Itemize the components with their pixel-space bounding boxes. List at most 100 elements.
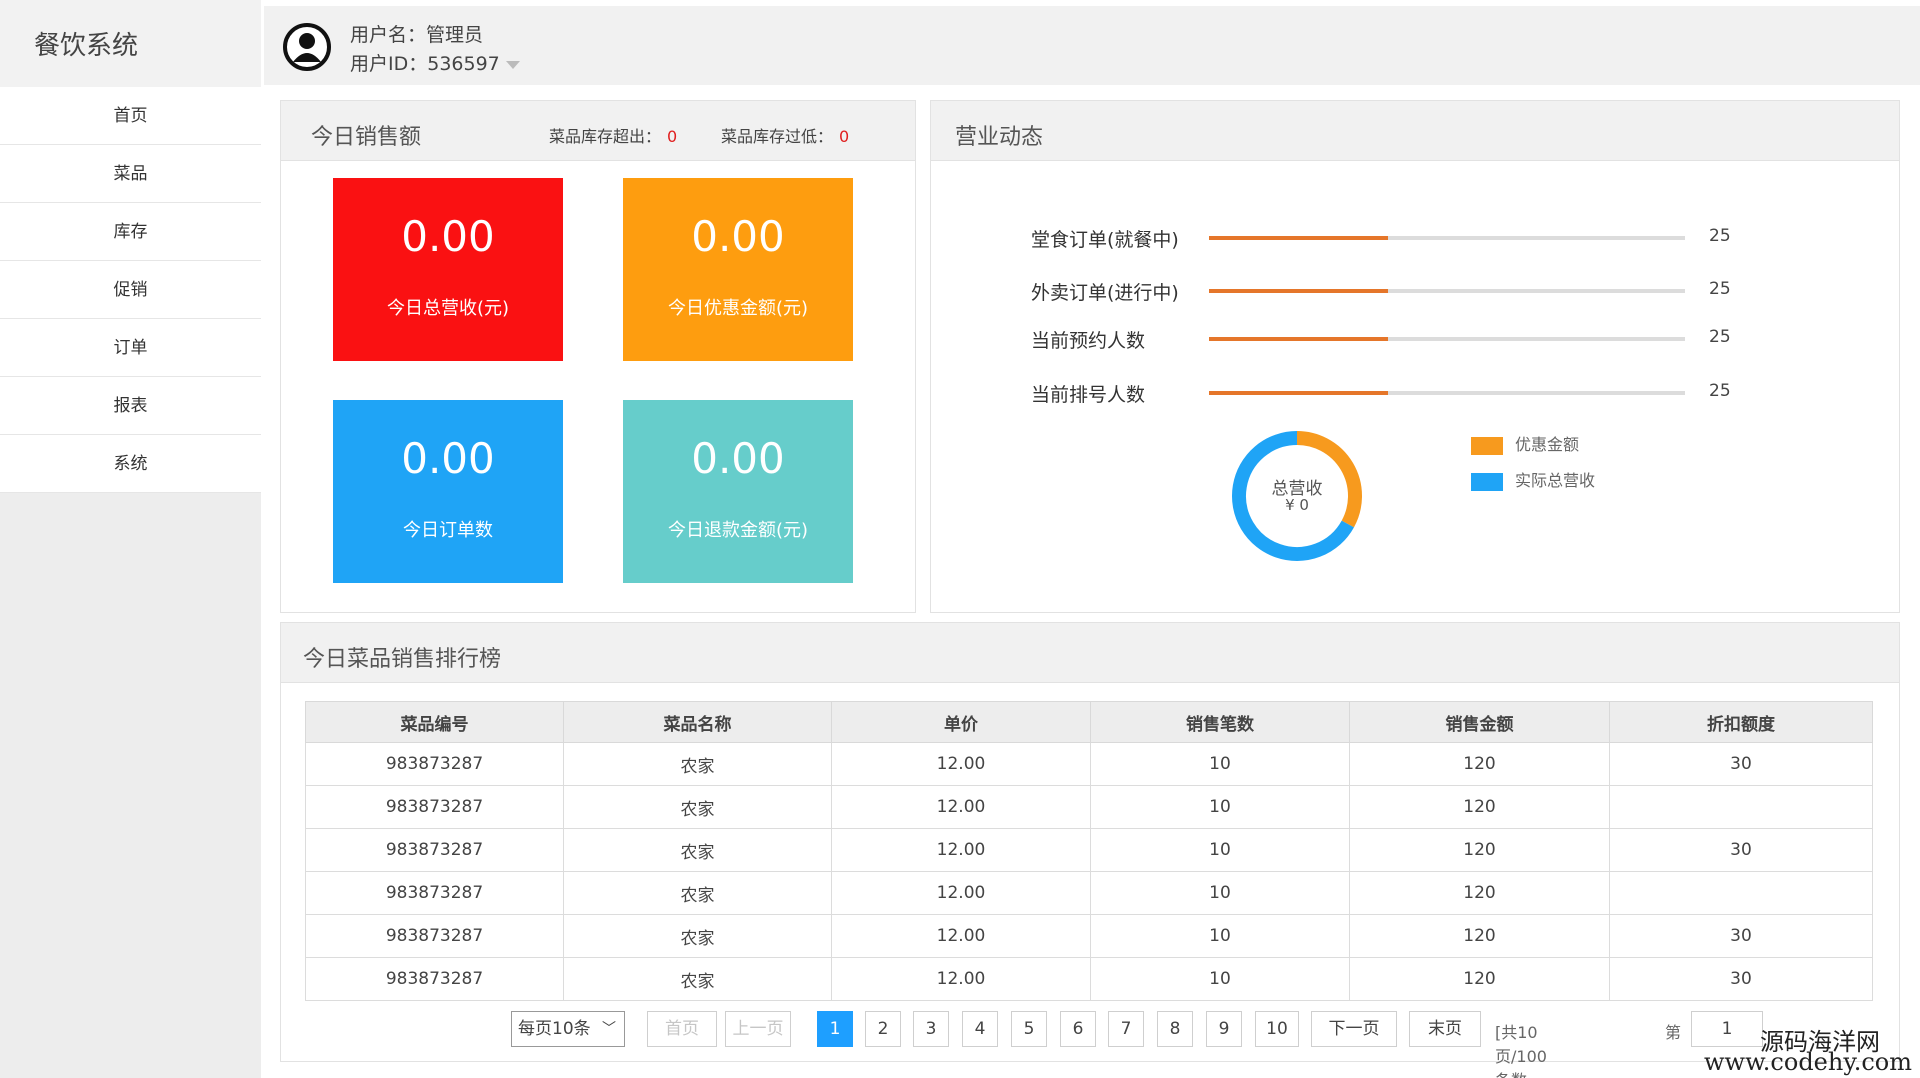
page-button-8[interactable]: 8 xyxy=(1157,1011,1193,1047)
page-button-7[interactable]: 7 xyxy=(1108,1011,1144,1047)
page-button-6[interactable]: 6 xyxy=(1060,1011,1096,1047)
column-header[interactable]: 菜品编号 xyxy=(305,701,564,743)
user-id: 用户ID：536597 xyxy=(350,53,500,75)
next-page-button[interactable]: 下一页 xyxy=(1311,1011,1397,1047)
progress-label: 当前预约人数 xyxy=(1031,330,1146,352)
progress-fill xyxy=(1209,391,1388,395)
column-header[interactable]: 菜品名称 xyxy=(563,701,832,743)
donut-center-value: ¥ 0 xyxy=(1285,496,1309,514)
sidebar-item-inventory[interactable]: 库存 xyxy=(0,203,261,261)
table-row[interactable]: 983873287 农家 12.00 10 120 xyxy=(305,785,1873,829)
sidebar-item-dishes[interactable]: 菜品 xyxy=(0,145,261,203)
table-cell: 农家 xyxy=(563,871,832,915)
table-cell: 983873287 xyxy=(305,742,564,786)
page-button-10[interactable]: 10 xyxy=(1255,1011,1299,1047)
sidebar-item-orders[interactable]: 订单 xyxy=(0,319,261,377)
table-cell: 农家 xyxy=(563,785,832,829)
today-sales-header: 今日销售额 菜品库存超出： 0 菜品库存过低： 0 xyxy=(281,101,915,161)
prev-page-button[interactable]: 上一页 xyxy=(725,1011,791,1047)
stock-low-alert: 菜品库存过低： 0 xyxy=(721,123,849,147)
goto-page-input[interactable]: 1 xyxy=(1691,1011,1763,1047)
table-cell: 12.00 xyxy=(831,871,1091,915)
progress-value: 25 xyxy=(1709,226,1731,246)
discount-card[interactable]: 0.00 今日优惠金额(元) xyxy=(623,178,853,361)
revenue-card[interactable]: 0.00 今日总营收(元) xyxy=(333,178,563,361)
table-cell: 12.00 xyxy=(831,957,1091,1001)
table-cell: 120 xyxy=(1349,957,1610,1001)
table-cell: 120 xyxy=(1349,742,1610,786)
page-button-2[interactable]: 2 xyxy=(865,1011,901,1047)
user-circle-icon[interactable] xyxy=(282,22,332,72)
page-button-5[interactable]: 5 xyxy=(1011,1011,1047,1047)
sidebar-item-home[interactable]: 首页 xyxy=(0,87,261,145)
table-cell: 10 xyxy=(1090,914,1350,958)
app-title: 餐饮系统 xyxy=(0,0,261,87)
business-activity-title: 营业动态 xyxy=(955,125,1044,150)
legend-label: 优惠金额 xyxy=(1515,435,1580,454)
today-sales-panel: 今日销售额 菜品库存超出： 0 菜品库存过低： 0 0.00 今日总营收(元) 0.… xyxy=(280,100,916,613)
progress-fill xyxy=(1209,236,1388,240)
progress-value: 25 xyxy=(1709,279,1731,299)
stock-over-value: 0 xyxy=(667,127,678,146)
legend-item-actual-revenue[interactable]: 实际总营收 xyxy=(1471,467,1595,491)
page-button-4[interactable]: 4 xyxy=(962,1011,998,1047)
table-cell: 10 xyxy=(1090,785,1350,829)
table-cell: 12.00 xyxy=(831,828,1091,872)
table-cell: 10 xyxy=(1090,871,1350,915)
progress-label: 外卖订单(进行中) xyxy=(1031,282,1179,304)
dish-sales-ranking-panel: 今日菜品销售排行榜 菜品编号 菜品名称 单价 销售笔数 销售金额 折扣额度 98… xyxy=(280,622,1900,1078)
watermark-url: www.codehy.com xyxy=(1704,1048,1912,1076)
table-cell: 983873287 xyxy=(305,957,564,1001)
table-cell: 12.00 xyxy=(831,914,1091,958)
first-page-button[interactable]: 首页 xyxy=(647,1011,717,1047)
stock-low-value: 0 xyxy=(839,127,850,146)
legend-swatch xyxy=(1471,436,1503,455)
table-cell: 10 xyxy=(1090,742,1350,786)
column-header[interactable]: 单价 xyxy=(831,701,1091,743)
page-button-1[interactable]: 1 xyxy=(817,1011,853,1047)
business-activity-header: 营业动态 xyxy=(931,101,1899,161)
stock-over-alert: 菜品库存超出： 0 xyxy=(549,123,677,147)
progress-fill xyxy=(1209,289,1388,293)
ranking-table: 菜品编号 菜品名称 单价 销售笔数 销售金额 折扣额度 983873287 农家… xyxy=(305,701,1873,1001)
goto-prefix: 第 xyxy=(1665,1023,1682,1042)
column-header[interactable]: 折扣额度 xyxy=(1609,701,1873,743)
column-header[interactable]: 销售笔数 xyxy=(1090,701,1350,743)
stock-low-label: 菜品库存过低： xyxy=(721,127,834,146)
chevron-down-icon[interactable] xyxy=(505,60,520,69)
sidebar-item-reports[interactable]: 报表 xyxy=(0,377,261,435)
table-cell: 农家 xyxy=(563,957,832,1001)
table-row[interactable]: 983873287 农家 12.00 10 120 30 xyxy=(305,742,1873,786)
legend-label: 实际总营收 xyxy=(1515,471,1596,490)
page-size-label: 每页10条 xyxy=(518,1019,591,1039)
page-size-select[interactable]: 每页10条 ﹀ xyxy=(511,1011,625,1047)
refund-label: 今日退款金额(元) xyxy=(667,520,809,541)
table-row[interactable]: 983873287 农家 12.00 10 120 30 xyxy=(305,957,1873,1001)
legend-item-discount[interactable]: 优惠金额 xyxy=(1471,431,1579,455)
revenue-label: 今日总营收(元) xyxy=(386,298,510,319)
column-header[interactable]: 销售金额 xyxy=(1349,701,1610,743)
order-count-card[interactable]: 0.00 今日订单数 xyxy=(333,400,563,583)
table-row[interactable]: 983873287 农家 12.00 10 120 30 xyxy=(305,828,1873,872)
refund-value: 0.00 xyxy=(691,434,785,483)
table-cell: 120 xyxy=(1349,828,1610,872)
progress-value: 25 xyxy=(1709,381,1731,401)
table-row[interactable]: 983873287 农家 12.00 10 120 xyxy=(305,871,1873,915)
page-button-9[interactable]: 9 xyxy=(1206,1011,1242,1047)
table-row[interactable]: 983873287 农家 12.00 10 120 30 xyxy=(305,914,1873,958)
table-cell: 12.00 xyxy=(831,742,1091,786)
sidebar-item-system[interactable]: 系统 xyxy=(0,435,261,493)
order-count-label: 今日订单数 xyxy=(403,520,493,541)
table-cell: 983873287 xyxy=(305,828,564,872)
legend-swatch xyxy=(1471,472,1503,491)
progress-label: 当前排号人数 xyxy=(1031,384,1146,406)
table-cell: 30 xyxy=(1609,914,1873,958)
page-button-3[interactable]: 3 xyxy=(913,1011,949,1047)
table-cell xyxy=(1609,871,1873,915)
refund-card[interactable]: 0.00 今日退款金额(元) xyxy=(623,400,853,583)
pagination-summary: [共10页/100条数据] xyxy=(1495,1023,1547,1078)
sidebar-item-promotions[interactable]: 促销 xyxy=(0,261,261,319)
last-page-button[interactable]: 末页 xyxy=(1409,1011,1481,1047)
progress-track xyxy=(1209,337,1685,341)
user-id-row[interactable]: 用户ID：536597 xyxy=(350,49,520,76)
